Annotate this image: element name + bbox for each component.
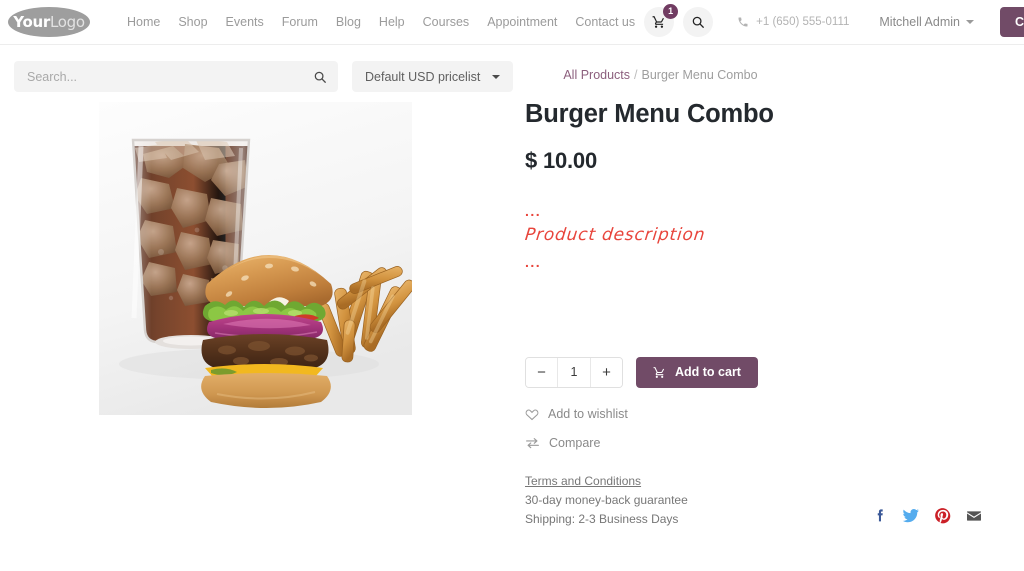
nav-item-events[interactable]: Events xyxy=(217,9,273,35)
terms-and-conditions-link[interactable]: Terms and Conditions xyxy=(525,474,641,488)
user-name: Mitchell Admin xyxy=(879,15,960,29)
nav-item-forum[interactable]: Forum xyxy=(273,9,327,35)
pinterest-icon[interactable] xyxy=(934,507,951,529)
nav-item-help[interactable]: Help xyxy=(370,9,414,35)
quantity-stepper[interactable]: − + xyxy=(525,356,623,388)
logo-ellipse-shape: YourLogo xyxy=(8,7,90,37)
cart-count-badge: 1 xyxy=(663,4,679,19)
product-media-column xyxy=(0,95,520,529)
description-dots-top: ... xyxy=(525,202,542,219)
quantity-increment-button[interactable]: + xyxy=(591,357,622,387)
logo-text-primary: Your xyxy=(13,12,50,31)
nav-item-blog[interactable]: Blog xyxy=(327,9,370,35)
nav-item-home[interactable]: Home xyxy=(118,9,169,35)
nav-item-appointment[interactable]: Appointment xyxy=(478,9,566,35)
phone-icon xyxy=(737,16,749,28)
nav-item-contact-us[interactable]: Contact us xyxy=(566,9,644,35)
compare-button[interactable]: Compare xyxy=(525,436,1024,450)
twitter-icon[interactable] xyxy=(902,507,920,529)
contact-us-button[interactable]: Contact Us xyxy=(999,7,1024,37)
breadcrumb-separator: / xyxy=(634,68,638,82)
product-price: $ 10.00 xyxy=(525,147,598,173)
description-dots-bottom: ... xyxy=(525,253,542,270)
user-menu[interactable]: Mitchell Admin xyxy=(879,15,974,29)
search-icon[interactable] xyxy=(313,70,327,84)
header-actions: 1 +1 (650) 555-0111 Mitchell Admin Conta… xyxy=(644,4,1024,37)
search-icon xyxy=(691,15,705,29)
shopping-cart-icon xyxy=(652,15,666,29)
add-to-wishlist-button[interactable]: Add to wishlist xyxy=(525,407,1024,421)
phone-contact[interactable]: +1 (650) 555-0111 xyxy=(737,16,849,28)
add-to-cart-row: − + Add to cart xyxy=(525,356,1024,388)
page-title: Burger Menu Combo xyxy=(525,100,774,128)
main-navigation: Home Shop Events Forum Blog Help Courses… xyxy=(118,9,644,35)
heart-icon xyxy=(525,407,539,421)
product-info-column: Burger Menu Combo $ 10.00 ... Product de… xyxy=(520,95,1024,529)
shopping-cart-icon xyxy=(653,366,666,379)
search-input[interactable] xyxy=(25,68,313,85)
wishlist-label: Add to wishlist xyxy=(548,406,628,421)
breadcrumb: All Products / Burger Menu Combo xyxy=(563,61,757,82)
cart-button[interactable]: 1 xyxy=(644,4,679,37)
breadcrumb-current: Burger Menu Combo xyxy=(641,68,758,82)
facebook-icon[interactable] xyxy=(873,507,888,529)
logo-text-secondary: Logo xyxy=(49,12,85,31)
pricelist-dropdown[interactable]: Default USD pricelist xyxy=(352,61,514,92)
product-description: ... Product description ... xyxy=(523,202,1024,270)
add-to-cart-label: Add to cart xyxy=(675,365,741,380)
nav-item-shop[interactable]: Shop xyxy=(169,9,216,35)
phone-number: +1 (650) 555-0111 xyxy=(756,16,850,28)
pricelist-label: Default USD pricelist xyxy=(365,69,481,84)
nav-item-courses[interactable]: Courses xyxy=(414,9,479,35)
email-icon[interactable] xyxy=(965,508,983,529)
product-search-box[interactable] xyxy=(14,61,338,92)
chevron-down-icon xyxy=(492,74,501,79)
add-to-cart-button[interactable]: Add to cart xyxy=(636,356,758,388)
description-annotation-text: Product description xyxy=(523,224,707,245)
toolbar-row: Default USD pricelist All Products /Burge… xyxy=(0,45,1024,92)
logo-text: YourLogo xyxy=(13,12,85,31)
site-logo[interactable]: YourLogo xyxy=(8,7,90,37)
compare-arrows-icon xyxy=(525,436,540,450)
site-header: YourLogo Home Shop Events Forum Blog Hel… xyxy=(0,0,1024,45)
compare-label: Compare xyxy=(549,435,601,450)
breadcrumb-all-products[interactable]: All Products xyxy=(563,68,630,82)
quantity-input[interactable] xyxy=(557,357,591,387)
header-search-button[interactable] xyxy=(683,7,714,37)
social-share-bar xyxy=(873,507,983,529)
product-page-body: Burger Menu Combo $ 10.00 ... Product de… xyxy=(0,91,1024,529)
product-image[interactable] xyxy=(99,102,412,415)
chevron-down-icon xyxy=(965,20,974,24)
quantity-decrement-button[interactable]: − xyxy=(526,357,557,387)
